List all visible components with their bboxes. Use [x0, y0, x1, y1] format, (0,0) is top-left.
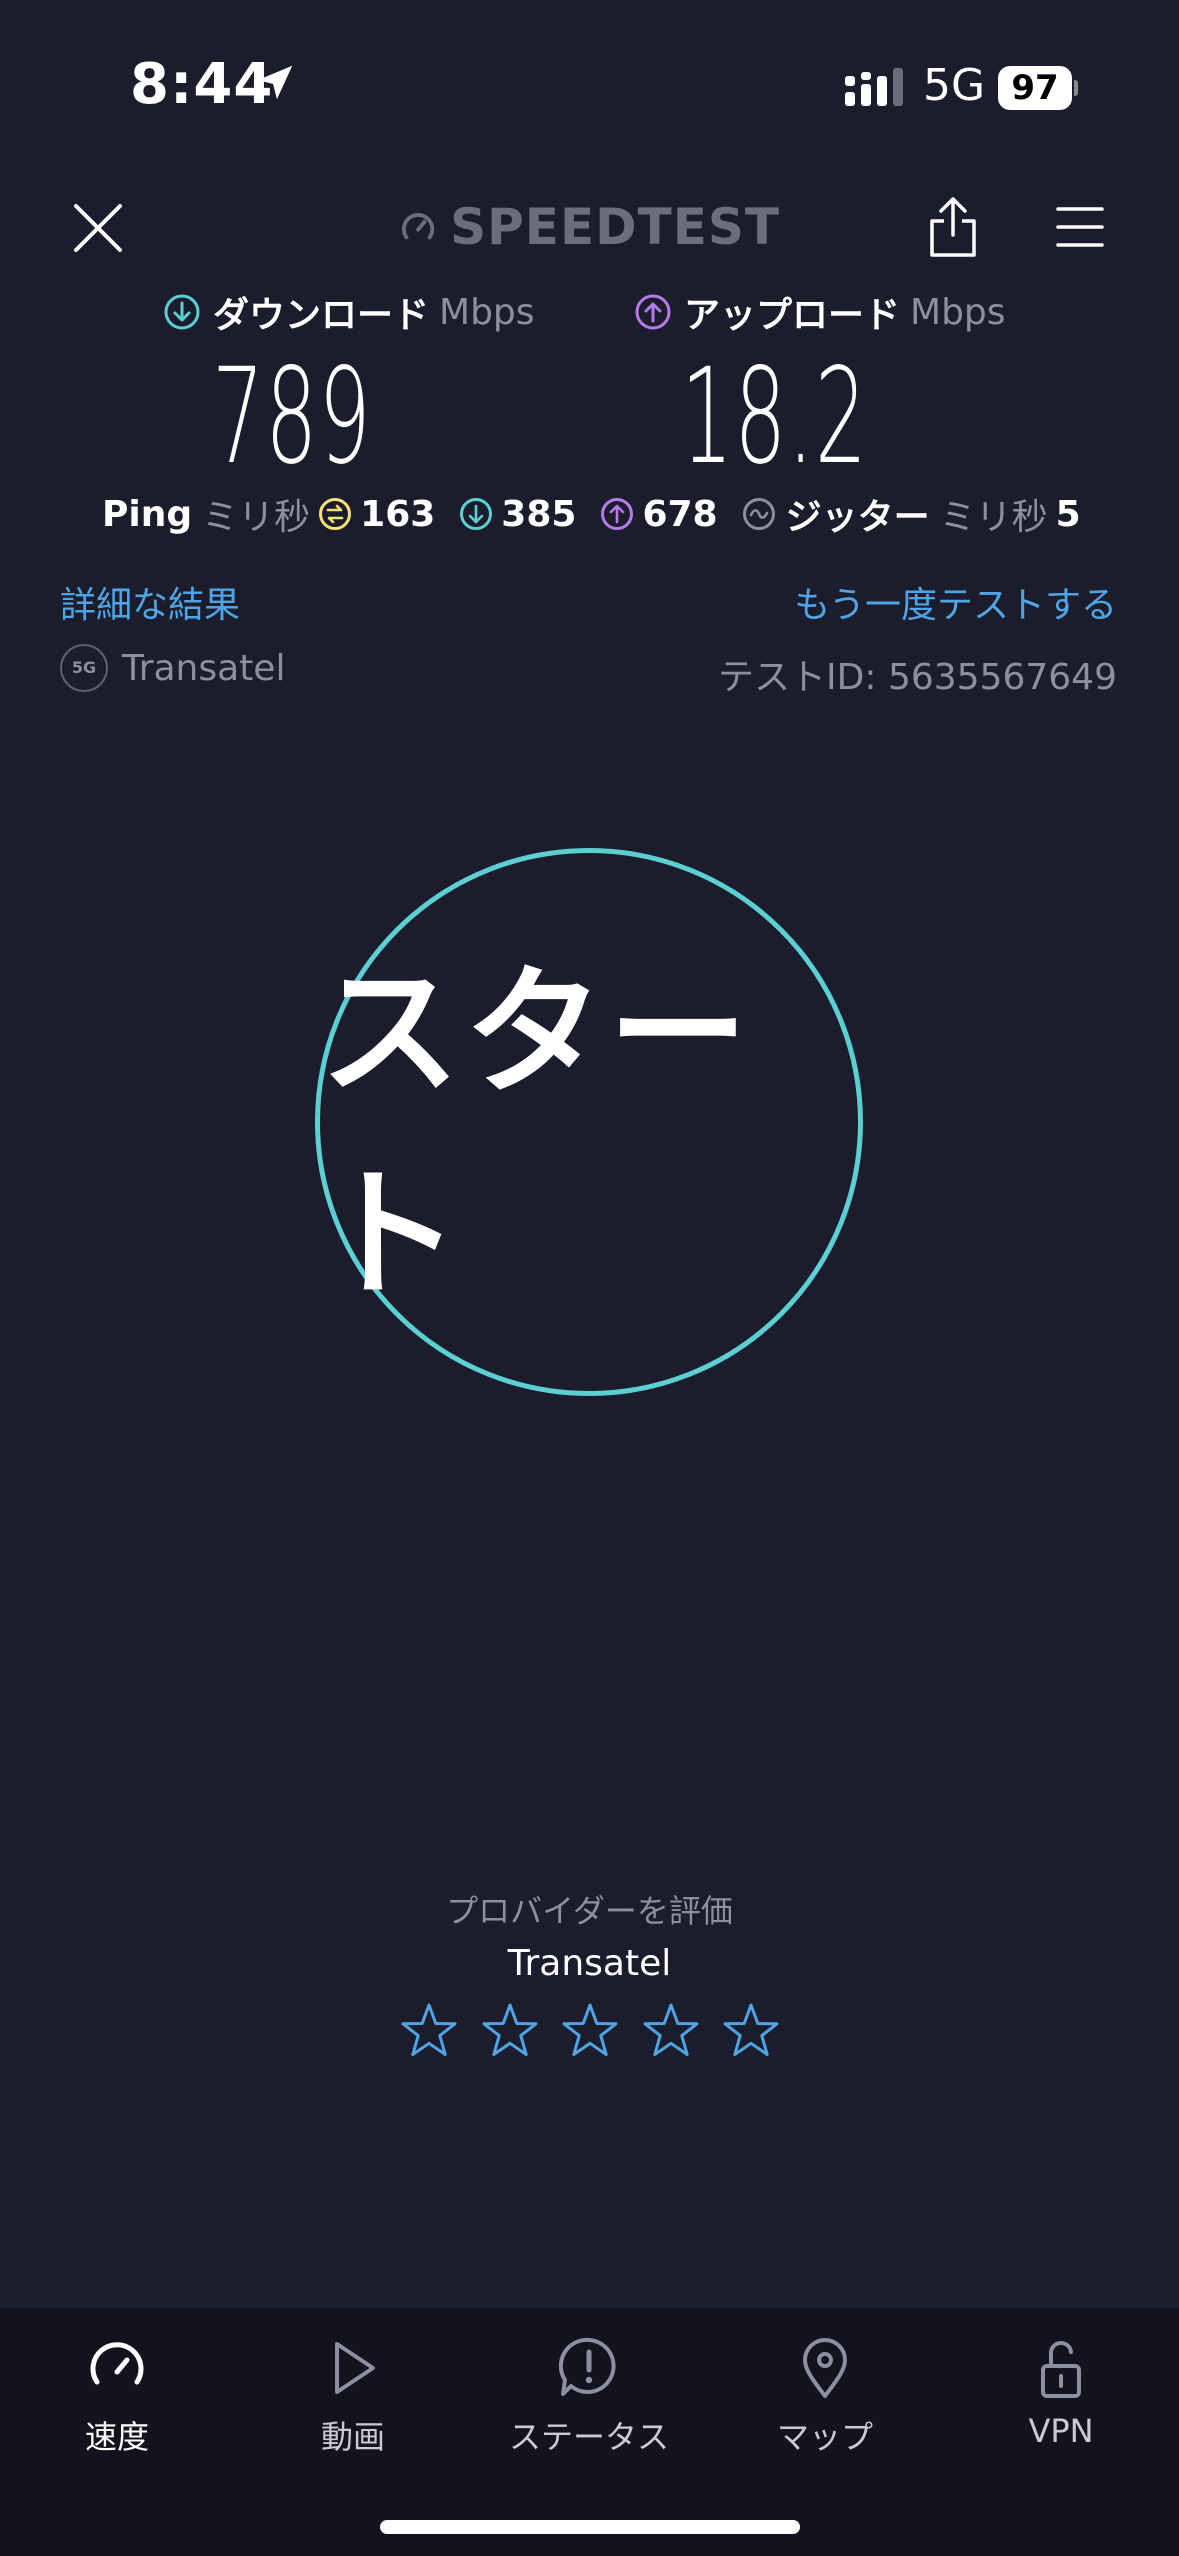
network-5g-badge: 5G [60, 644, 108, 692]
jitter-unit: ミリ秒 [939, 497, 1048, 538]
start-button-label: スタート [320, 952, 753, 1317]
home-indicator [380, 2520, 800, 2534]
download-value: 789 [212, 340, 372, 494]
rate-provider-title: プロバイダーを評価 [446, 1892, 733, 1930]
retest-link[interactable]: もう一度テストする [794, 576, 1117, 628]
rate-provider-name: Transatel [507, 1943, 672, 1984]
start-button[interactable]: スタート [315, 848, 863, 1396]
battery-level: 97 [998, 66, 1072, 110]
logo-text: SPEEDTEST [450, 198, 780, 256]
detailed-results-link[interactable]: 詳細な結果 [60, 576, 240, 628]
download-label: ダウンロード [213, 295, 430, 336]
provider-row: 5G Transatel [60, 644, 285, 692]
tab-status[interactable]: ステータス [489, 2336, 689, 2458]
star-icon[interactable] [642, 2002, 700, 2060]
ping-upload-value: 678 [642, 493, 718, 535]
network-type: 5G [923, 60, 986, 111]
test-id: テストID: 5635567649 [718, 657, 1117, 698]
upload-value: 18.2 [681, 340, 869, 494]
tab-label: VPN [1028, 2412, 1094, 2450]
tab-vpn[interactable]: VPN [961, 2336, 1161, 2450]
upload-unit: Mbps [910, 291, 1006, 333]
signal-strength-icon [845, 68, 903, 106]
rating-stars [400, 2002, 780, 2062]
menu-icon[interactable] [1056, 203, 1104, 251]
play-icon [335, 2342, 375, 2394]
jitter-value: 5 [1055, 493, 1081, 535]
map-pin-icon [803, 2338, 847, 2398]
download-unit: Mbps [439, 291, 535, 333]
ping-unit: ミリ秒 [202, 497, 311, 538]
unlock-icon [1041, 2341, 1081, 2398]
star-icon[interactable] [400, 2002, 458, 2060]
tab-label: 動画 [320, 2418, 385, 2456]
jitter-label: ジッター [785, 497, 930, 538]
ping-label: Ping [102, 493, 193, 535]
battery-indicator: 97 [998, 66, 1078, 110]
location-arrow-icon [257, 65, 293, 100]
alert-bubble-icon [558, 2337, 616, 2396]
tab-label: 速度 [84, 2418, 149, 2456]
star-icon[interactable] [722, 2002, 780, 2060]
tab-label: ステータス [508, 2418, 669, 2456]
ping-idle-value: 163 [360, 493, 436, 535]
star-icon[interactable] [481, 2002, 539, 2060]
idle-ping-icon [319, 498, 352, 530]
speedometer-icon [90, 2342, 144, 2385]
download-circle-icon [164, 294, 200, 330]
upload-circle-icon [635, 294, 671, 330]
speedometer-logo-icon [401, 213, 435, 240]
tab-video[interactable]: 動画 [253, 2336, 453, 2458]
ping-row: Ping ミリ秒 163 385 678 ジッター ミリ秒 5 [102, 488, 1081, 540]
ping-download-icon [460, 498, 493, 530]
ping-download-value: 385 [501, 493, 577, 535]
close-icon[interactable] [70, 200, 126, 256]
upload-header: アップロード Mbps [634, 286, 1006, 338]
tab-label: マップ [776, 2418, 873, 2456]
ping-upload-icon [601, 498, 634, 530]
share-icon[interactable] [928, 195, 978, 259]
tab-bar: 速度 動画 ステータス マップ VPN [0, 2308, 1179, 2556]
tab-speed[interactable]: 速度 [17, 2336, 217, 2458]
upload-label: アップロード [684, 295, 901, 336]
speedtest-logo: SPEEDTEST [400, 195, 780, 259]
download-header: ダウンロード Mbps [163, 286, 535, 338]
tab-map[interactable]: マップ [725, 2336, 925, 2458]
jitter-icon [742, 498, 775, 530]
star-icon[interactable] [561, 2002, 619, 2060]
provider-name: Transatel [122, 647, 286, 689]
